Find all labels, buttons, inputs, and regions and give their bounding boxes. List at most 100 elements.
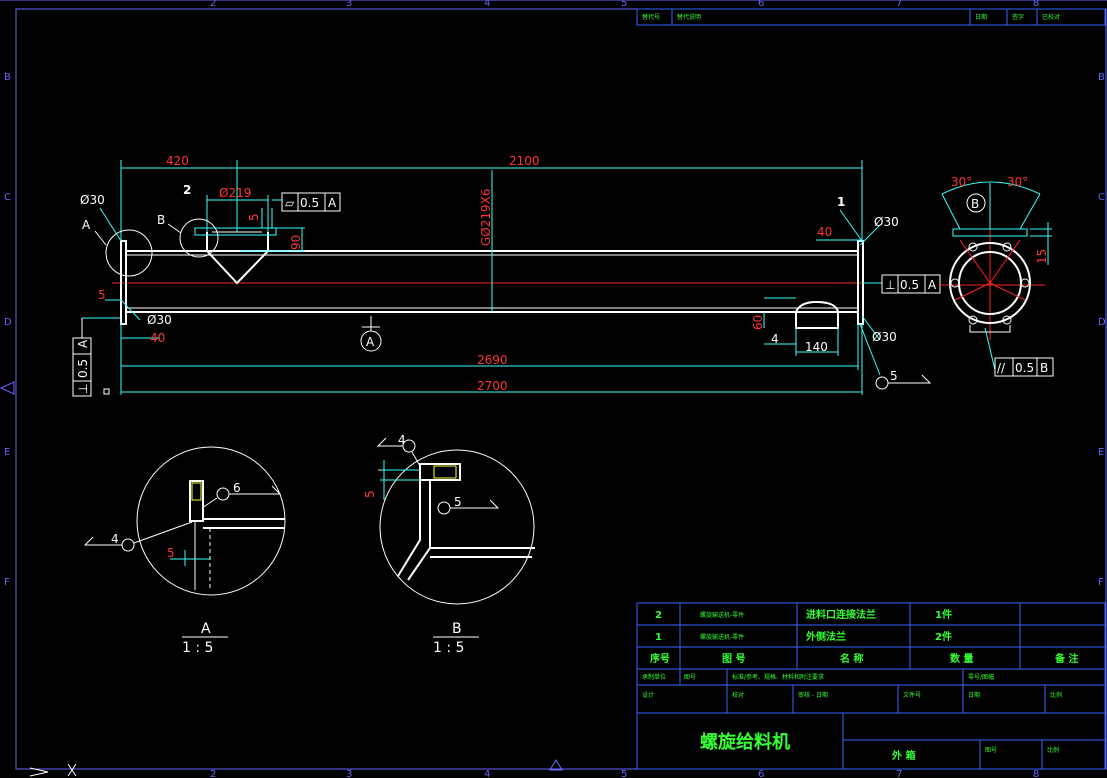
- zone-left-E: E: [4, 447, 10, 458]
- dim-d219: Ø219: [219, 186, 251, 200]
- zone-top-7: 7: [896, 0, 902, 9]
- tol-frame-parallel: // 0.5 B: [994, 357, 1054, 377]
- zone-left-D: D: [4, 317, 12, 328]
- zone-right-B: B: [1098, 72, 1105, 83]
- dim-d30c: Ø30: [874, 215, 899, 229]
- zone-top-8: 8: [1033, 0, 1039, 9]
- ucs-x-icon: [67, 763, 77, 777]
- tb-r1-c2: 图号: [684, 674, 696, 681]
- tb-r2-c3: 审核 - 日期: [798, 691, 828, 699]
- dim-pipe: GØ219X6: [479, 188, 493, 246]
- small-square-icon: [103, 388, 110, 395]
- zone-right-C: C: [1098, 192, 1105, 203]
- tb-r2-c4: 文件号: [903, 691, 921, 699]
- tol-par-val: 0.5: [1015, 361, 1034, 375]
- zone-bot-5: 5: [621, 769, 627, 778]
- side-ang-right: 30°: [1007, 175, 1028, 189]
- tb-r2-c6: 比例: [1050, 691, 1062, 699]
- zone-bot-2: 2: [210, 769, 216, 778]
- tol-perp-r-ref: A: [928, 278, 937, 292]
- side-dim-15: 15: [1035, 249, 1049, 264]
- tol-par-sym: //: [997, 361, 1006, 375]
- tol-perp-r-sym: ⊥: [885, 278, 895, 292]
- dim-90: 90: [289, 235, 303, 250]
- dim-2700: 2700: [477, 379, 508, 393]
- main-view: ▱ 0.5 A ⊥ 0.5 A A 0.5 ⊥ 420 2100 Ø219 5 …: [72, 154, 941, 397]
- tol-frame-flatness: ▱ 0.5 A: [281, 192, 341, 212]
- detail-b: 4 5 5 B 1 : 5: [363, 433, 535, 656]
- side-ang-left: 30°: [951, 175, 972, 189]
- dim-60: 60: [751, 315, 765, 330]
- zone-left-C: C: [4, 192, 11, 203]
- zone-markers: 2 3 4 5 6 7 8 2 3 4 5 6 7 8 B C D E F B …: [0, 0, 1106, 778]
- tol-perp-r-val: 0.5: [900, 278, 919, 292]
- tol-frame-perp-left: A 0.5 ⊥: [72, 318, 92, 397]
- label-part-1: 1: [837, 195, 845, 209]
- tol-flat-sym: ▱: [285, 196, 295, 210]
- tol-perp-l-sym: ⊥: [76, 384, 90, 394]
- detail-a-hatch: [191, 482, 202, 501]
- zone-bot-6: 6: [758, 769, 764, 778]
- bom-row1-code: 螺旋输送机-零件: [700, 611, 744, 619]
- zone-top-5: 5: [621, 0, 627, 9]
- rev-cell-3: 日期: [975, 13, 987, 21]
- bom-row1-name: 进料口连接法兰: [806, 608, 876, 621]
- bom-row2-code: 螺旋输送机-零件: [700, 633, 744, 641]
- zone-bot-7: 7: [896, 769, 902, 778]
- tb-r1-c3: 标准/参考、规格、材料和附注要求: [732, 673, 824, 681]
- zone-top-6: 6: [758, 0, 764, 9]
- tol-perp-l-val: 0.5: [76, 359, 90, 378]
- dim-d30a: Ø30: [80, 193, 105, 207]
- dim-d30b: Ø30: [147, 313, 172, 327]
- dim-5a: 5: [247, 213, 261, 221]
- tb-sheet-2: 比例: [1047, 746, 1059, 754]
- detail-b-dim5: 5: [363, 490, 377, 498]
- zone-left-F: F: [4, 577, 10, 588]
- tb-r2-c5: 日期: [968, 691, 980, 699]
- dim-4: 4: [771, 332, 779, 346]
- detail-b-name: B: [452, 621, 462, 637]
- section-a-text: A: [366, 335, 375, 349]
- side-label-b: B: [971, 197, 979, 211]
- drawing-title: 螺旋给料机: [700, 731, 790, 753]
- bom-hdr-code: 图 号: [722, 653, 745, 665]
- rev-cell-4: 签字: [1012, 13, 1024, 21]
- drawing-subtitle: 外 箱: [891, 749, 915, 762]
- detail-a: 6 4 5 A 1 : 5: [83, 446, 286, 656]
- zone-right-D: D: [1098, 317, 1106, 328]
- dim-40b: 40: [150, 331, 165, 345]
- dim-420: 420: [166, 154, 189, 168]
- side-dims: [941, 181, 1052, 371]
- tb-r1-c1: 承制单位: [642, 673, 666, 681]
- revision-block: 替代号 替代说明 日期 签字 已校对: [636, 8, 1106, 26]
- rev-cell-5: 已校对: [1042, 13, 1060, 21]
- rev-cell-2: 替代说明: [677, 13, 701, 21]
- bom-row2-no: 1: [655, 632, 662, 643]
- label-a: A: [82, 218, 91, 232]
- detail-b-hatch: [433, 465, 457, 479]
- label-b: B: [157, 213, 165, 227]
- zone-top-2: 2: [210, 0, 216, 9]
- tb-r2-c1: 设计: [642, 691, 654, 699]
- tol-frame-perp-right: ⊥ 0.5 A: [881, 274, 941, 294]
- zone-bot-8: 8: [1033, 769, 1039, 778]
- center-arrow-left-icon: [0, 381, 15, 395]
- zone-top-3: 3: [346, 0, 352, 9]
- detail-b-weld5: 5: [454, 495, 462, 509]
- bom-row1-qty: 1件: [935, 608, 952, 621]
- drawing-frame: [0, 0, 1107, 770]
- tol-flat-val: 0.5: [300, 196, 319, 210]
- dim-2100: 2100: [509, 154, 540, 168]
- dim-40a: 40: [817, 225, 832, 239]
- zone-top-4: 4: [484, 0, 490, 9]
- label-part-2: 2: [183, 183, 191, 197]
- title-block: 承制单位 图号 标准/参考、规格、材料和附注要求 零号/图幅 设计 校对 审核 …: [642, 673, 1062, 762]
- dim-d30-outlet: Ø30: [872, 330, 897, 344]
- rev-cell-1: 替代号: [642, 13, 660, 21]
- zone-bot-3: 3: [346, 769, 352, 778]
- bom-hdr-qty: 数 量: [950, 652, 973, 665]
- bom-hdr-no: 序号: [650, 652, 670, 665]
- side-view: B 30° 30° 15 // 0.5 B: [940, 175, 1054, 377]
- zone-right-F: F: [1098, 577, 1104, 588]
- detail-a-dim5: 5: [167, 546, 175, 560]
